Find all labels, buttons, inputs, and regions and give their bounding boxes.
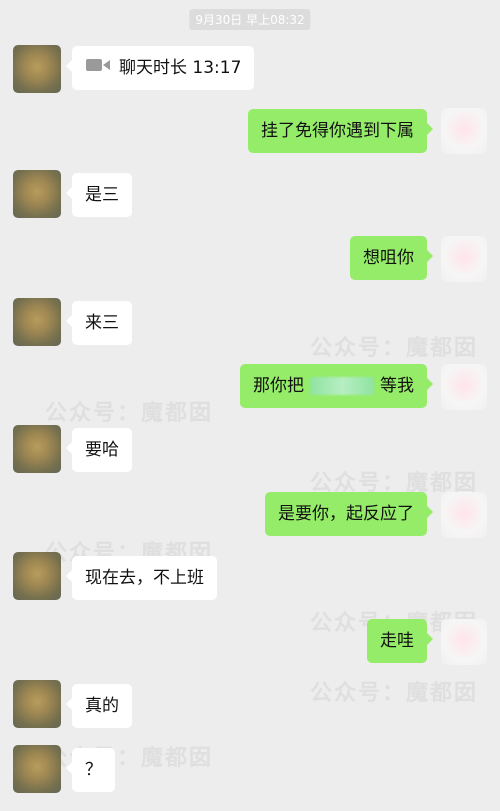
message-bubble[interactable]: 是要你，起反应了 — [265, 492, 433, 536]
message-text: 真的 — [85, 696, 119, 716]
message-bubble[interactable]: ？ — [66, 748, 115, 792]
watermark: 公众号：魔都囡 — [45, 401, 214, 426]
user-avatar[interactable] — [441, 236, 487, 282]
user-avatar[interactable] — [441, 619, 487, 665]
message-text: 现在去，不上班 — [85, 568, 204, 588]
message-text: 来三 — [85, 313, 119, 333]
video-call-icon — [85, 56, 111, 80]
message-text: 那你把 — [253, 376, 304, 396]
message-bubble[interactable]: 聊天时长 13:17 — [65, 46, 255, 90]
message-bubble[interactable]: 真的 — [66, 684, 132, 728]
message-text: ？ — [85, 760, 102, 780]
contact-avatar[interactable] — [13, 745, 61, 793]
message-bubble[interactable]: 挂了免得你遇到下属 — [248, 109, 433, 153]
message-bubble[interactable]: 现在去，不上班 — [66, 556, 217, 600]
message-text: 走哇 — [380, 631, 414, 651]
user-avatar[interactable] — [441, 364, 487, 410]
message-text: 是三 — [85, 185, 119, 205]
message-text: 等我 — [380, 376, 414, 396]
contact-avatar[interactable] — [13, 298, 61, 346]
watermark: 公众号：魔都囡 — [310, 681, 479, 706]
contact-avatar[interactable] — [13, 552, 61, 600]
message-bubble[interactable]: 要哈 — [66, 428, 132, 472]
message-text: 聊天时长 13:17 — [119, 58, 242, 78]
contact-avatar[interactable] — [13, 45, 61, 93]
contact-avatar[interactable] — [13, 170, 61, 218]
message-text: 是要你，起反应了 — [278, 504, 414, 524]
user-avatar[interactable] — [441, 492, 487, 538]
message-bubble[interactable]: 是三 — [66, 173, 132, 217]
message-timestamp: 9月30日 早上08:32 — [189, 9, 311, 30]
user-avatar[interactable] — [441, 108, 487, 154]
contact-avatar[interactable] — [13, 425, 61, 473]
contact-avatar[interactable] — [13, 680, 61, 728]
message-bubble[interactable]: 想咀你 — [350, 236, 433, 280]
message-text: 想咀你 — [363, 248, 414, 268]
message-text: 要哈 — [85, 440, 119, 460]
redacted-text — [310, 377, 374, 395]
message-bubble[interactable]: 来三 — [66, 301, 132, 345]
message-text: 挂了免得你遇到下属 — [261, 121, 414, 141]
message-bubble[interactable]: 那你把 等我 — [240, 364, 433, 408]
watermark: 公众号：魔都囡 — [310, 336, 479, 361]
message-bubble[interactable]: 走哇 — [367, 619, 433, 663]
